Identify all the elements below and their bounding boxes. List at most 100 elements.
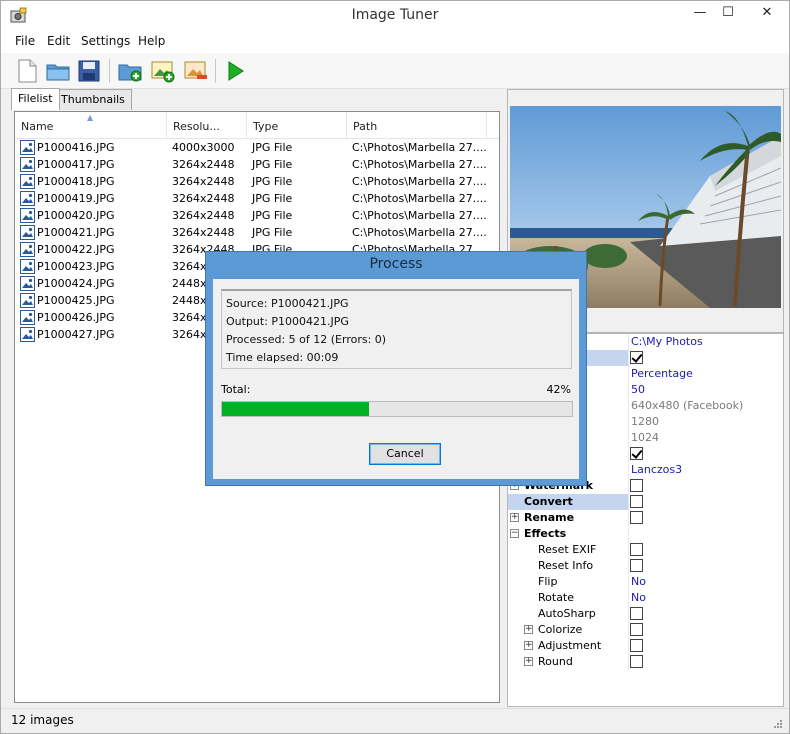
total-label: Total:: [221, 383, 251, 396]
property-value[interactable]: 50: [631, 383, 645, 396]
property-name: Rename: [524, 511, 575, 524]
property-checkbox[interactable]: [630, 543, 643, 556]
menu-file[interactable]: File: [15, 34, 35, 48]
open-folder-icon[interactable]: [44, 57, 72, 85]
file-path: C:\Photos\Marbella 27....: [352, 158, 487, 171]
process-dialog: Process Source: P1000421.JPG Output: P10…: [205, 251, 587, 486]
property-name: Adjustment: [538, 639, 602, 652]
source-text: Source: P1000421.JPG: [226, 297, 349, 310]
property-row[interactable]: + Adjustment: [508, 638, 783, 654]
property-checkbox[interactable]: [630, 351, 643, 364]
file-resolution: 3264x2448: [172, 226, 235, 239]
dialog-body: Source: P1000421.JPG Output: P1000421.JP…: [213, 279, 579, 479]
play-icon[interactable]: [221, 57, 249, 85]
property-row[interactable]: Reset EXIF: [508, 542, 783, 558]
property-checkbox[interactable]: [630, 639, 643, 652]
column-path[interactable]: Path: [347, 112, 487, 139]
property-checkbox[interactable]: [630, 559, 643, 572]
image-file-icon: [20, 242, 35, 257]
property-checkbox[interactable]: [630, 607, 643, 620]
property-value[interactable]: Percentage: [631, 367, 693, 380]
property-row[interactable]: + Colorize: [508, 622, 783, 638]
table-row[interactable]: P1000416.JPG 4000x3000 JPG File C:\Photos\M…: [15, 139, 499, 156]
property-row[interactable]: Flip No: [508, 574, 783, 590]
cancel-button[interactable]: Cancel: [369, 443, 441, 465]
column-type[interactable]: Type: [247, 112, 347, 139]
property-row[interactable]: +Convert: [508, 494, 783, 510]
menu-edit[interactable]: Edit: [47, 34, 70, 48]
property-name: Effects: [524, 527, 567, 540]
property-value[interactable]: No: [631, 591, 646, 604]
property-checkbox[interactable]: [630, 511, 643, 524]
property-divider: [628, 430, 629, 446]
property-checkbox[interactable]: [630, 495, 643, 508]
property-name: Convert: [508, 494, 628, 510]
property-row[interactable]: + Rename: [508, 510, 783, 526]
property-value[interactable]: 1280: [631, 415, 659, 428]
image-file-icon: [20, 140, 35, 155]
image-file-icon: [20, 276, 35, 291]
tab-thumbnails[interactable]: Thumbnails: [54, 89, 132, 110]
property-checkbox[interactable]: [630, 479, 643, 492]
property-divider: [628, 334, 629, 350]
property-row[interactable]: AutoSharp: [508, 606, 783, 622]
file-path: C:\Photos\Marbella 27....: [352, 192, 487, 205]
property-row[interactable]: + Round: [508, 654, 783, 670]
image-file-icon: [20, 293, 35, 308]
maximize-button[interactable]: ☐: [712, 1, 744, 27]
image-count: 12 images: [11, 713, 74, 727]
menu-settings[interactable]: Settings: [81, 34, 130, 48]
remove-image-icon[interactable]: [182, 57, 210, 85]
property-divider: [628, 654, 629, 670]
property-row[interactable]: − Effects: [508, 526, 783, 542]
table-row[interactable]: P1000418.JPG 3264x2448 JPG File C:\Photos\M…: [15, 173, 499, 190]
property-value[interactable]: C:\My Photos: [631, 335, 703, 348]
table-row[interactable]: P1000420.JPG 3264x2448 JPG File C:\Photos\M…: [15, 207, 499, 224]
sort-ascending-icon: ▲: [87, 113, 94, 122]
save-icon[interactable]: [75, 57, 103, 85]
property-divider: [628, 462, 629, 478]
close-button[interactable]: ✕: [751, 1, 783, 27]
property-checkbox[interactable]: [630, 655, 643, 668]
property-checkbox[interactable]: [630, 447, 643, 460]
file-path: C:\Photos\Marbella 27....: [352, 175, 487, 188]
file-resolution: 3264x: [172, 311, 207, 324]
add-folder-icon[interactable]: [117, 57, 145, 85]
file-name: P1000427.JPG: [37, 328, 115, 341]
column-resolution[interactable]: Resolu...: [167, 112, 247, 139]
menu-help[interactable]: Help: [138, 34, 165, 48]
property-row[interactable]: Rotate No: [508, 590, 783, 606]
file-resolution: 2448x: [172, 294, 207, 307]
property-checkbox[interactable]: [630, 623, 643, 636]
column-name[interactable]: Name ▲: [15, 112, 167, 139]
table-row[interactable]: P1000417.JPG 3264x2448 JPG File C:\Photos\M…: [15, 156, 499, 173]
image-file-icon: [20, 259, 35, 274]
property-value[interactable]: Lanczos3: [631, 463, 682, 476]
file-path: C:\Photos\Marbella 27....: [352, 141, 487, 154]
property-name: Reset Info: [538, 559, 594, 572]
property-divider: [628, 366, 629, 382]
property-row[interactable]: Reset Info: [508, 558, 783, 574]
tab-filelist[interactable]: Filelist: [11, 88, 60, 110]
app-window: Image Tuner — ☐ ✕ File Edit Settings Hel…: [0, 0, 790, 734]
property-value[interactable]: 640x480 (Facebook): [631, 399, 743, 412]
property-value[interactable]: 1024: [631, 431, 659, 444]
file-list-header: Name ▲ Resolu... Type Path: [15, 112, 499, 139]
property-divider: [628, 446, 629, 462]
new-file-icon[interactable]: [13, 57, 41, 85]
file-name: P1000425.JPG: [37, 294, 115, 307]
property-value[interactable]: No: [631, 575, 646, 588]
total-percent: 42%: [546, 383, 571, 396]
title-bar: Image Tuner — ☐ ✕: [1, 1, 789, 31]
property-divider: [628, 350, 629, 366]
add-image-icon[interactable]: [149, 57, 177, 85]
output-text: Output: P1000421.JPG: [226, 315, 349, 328]
table-row[interactable]: P1000421.JPG 3264x2448 JPG File C:\Photos\M…: [15, 224, 499, 241]
table-row[interactable]: P1000419.JPG 3264x2448 JPG File C:\Photos\M…: [15, 190, 499, 207]
image-file-icon: [20, 225, 35, 240]
resize-grip-icon[interactable]: [773, 719, 783, 729]
property-divider: [628, 398, 629, 414]
file-type: JPG File: [252, 141, 293, 154]
file-name: P1000418.JPG: [37, 175, 115, 188]
file-name: P1000417.JPG: [37, 158, 115, 171]
